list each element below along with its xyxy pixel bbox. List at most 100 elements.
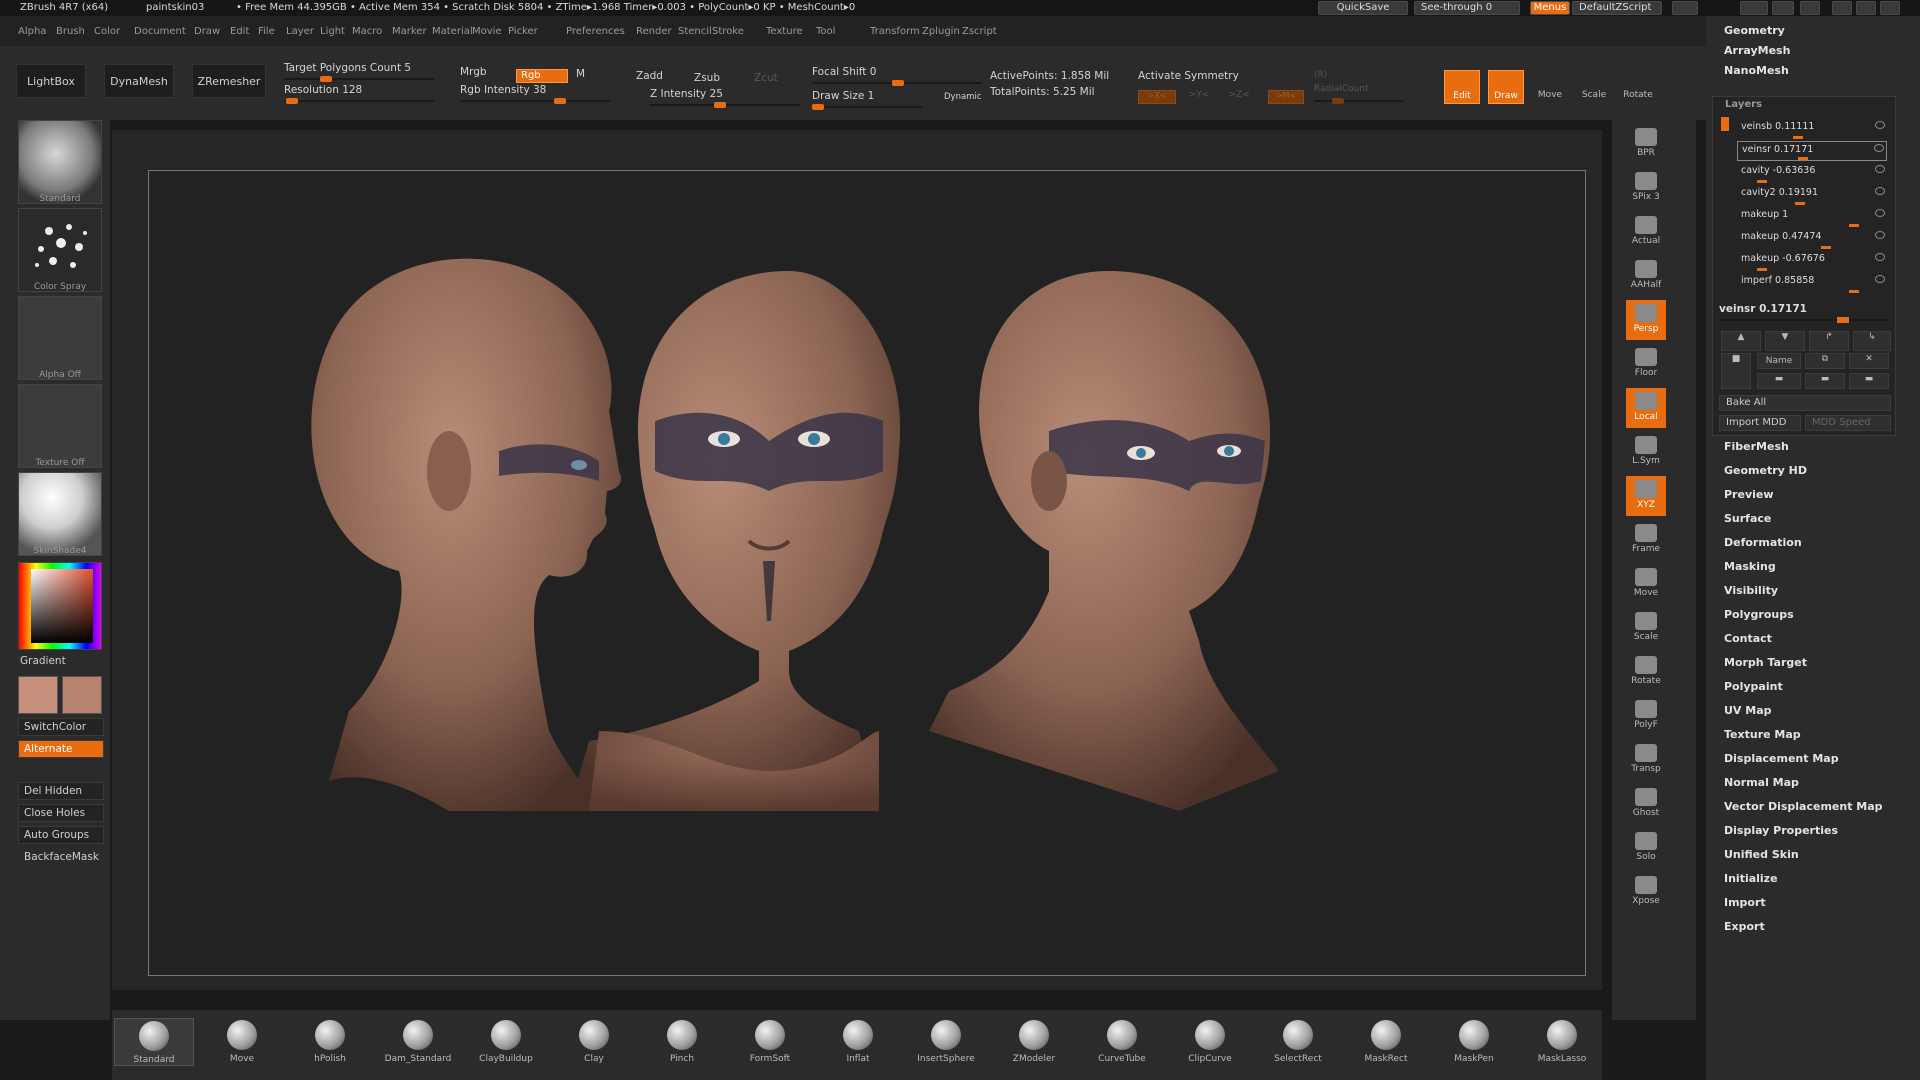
layer-row[interactable]: makeup 1 [1737, 207, 1887, 227]
geometry-subpalette[interactable]: Geometry [1724, 24, 1785, 37]
subpalette-surface[interactable]: Surface [1724, 512, 1771, 525]
symmetry-y-button[interactable]: >Y< [1180, 90, 1218, 104]
shelf-solo-button[interactable]: Solo [1626, 828, 1666, 868]
subpalette-displacement-map[interactable]: Displacement Map [1724, 752, 1839, 765]
subpalette-normal-map[interactable]: Normal Map [1724, 776, 1799, 789]
shelf-scale-button[interactable]: Scale [1626, 608, 1666, 648]
menu-file[interactable]: File [258, 26, 275, 37]
shelf-ghost-button[interactable]: Ghost [1626, 784, 1666, 824]
shelf-aahalf-button[interactable]: AAHalf [1626, 256, 1666, 296]
shelf-spix-3-button[interactable]: SPix 3 [1626, 168, 1666, 208]
resolution-slider[interactable]: Resolution 128 [284, 84, 434, 104]
material-thumbnail[interactable] [18, 472, 102, 556]
shelf-polyf-button[interactable]: PolyF [1626, 696, 1666, 736]
layer-strength-knob[interactable] [1795, 202, 1805, 205]
auto-groups-button[interactable]: Auto Groups [18, 826, 104, 844]
see-through-slider[interactable]: See-through 0 [1414, 1, 1520, 15]
layer-row[interactable]: cavity -0.63636 [1737, 163, 1887, 183]
subpalette-import[interactable]: Import [1724, 896, 1766, 909]
rgb-button[interactable]: Rgb [516, 69, 568, 83]
brush-maskrect[interactable]: MaskRect [1346, 1018, 1426, 1064]
subpalette-polypaint[interactable]: Polypaint [1724, 680, 1783, 693]
lightbox-button[interactable]: LightBox [16, 64, 86, 98]
backfacemask-button[interactable]: BackfaceMask [18, 848, 104, 866]
brush-claybuildup[interactable]: ClayBuildup [466, 1018, 546, 1064]
subpalette-unified-skin[interactable]: Unified Skin [1724, 848, 1799, 861]
menu-stroke[interactable]: Stroke [712, 26, 744, 37]
layer-name-button[interactable]: Name [1757, 353, 1801, 369]
restore-icon[interactable] [1856, 1, 1876, 15]
layer-row[interactable]: veinsb 0.11111 [1737, 119, 1887, 139]
layer-strength-knob[interactable] [1849, 224, 1859, 227]
brush-selectrect[interactable]: SelectRect [1258, 1018, 1338, 1064]
alpha-thumbnail[interactable] [18, 296, 102, 380]
menu-render[interactable]: Render [636, 26, 672, 37]
layers-scrollbar[interactable] [1721, 117, 1729, 131]
z-intensity-slider[interactable]: Z Intensity 25 [650, 88, 800, 108]
focal-shift-slider[interactable]: Focal Shift 0 [812, 66, 982, 86]
shelf-transp-button[interactable]: Transp [1626, 740, 1666, 780]
nanomesh-subpalette[interactable]: NanoMesh [1724, 64, 1789, 77]
brush-formsoft[interactable]: FormSoft [730, 1018, 810, 1064]
shelf-xpose-button[interactable]: Xpose [1626, 872, 1666, 912]
shelf-local-button[interactable]: Local [1626, 388, 1666, 428]
layer-strength-knob[interactable] [1849, 290, 1859, 293]
eye-icon[interactable] [1875, 121, 1885, 129]
brush-maskpen[interactable]: MaskPen [1434, 1018, 1514, 1064]
shelf-frame-button[interactable]: Frame [1626, 520, 1666, 560]
layer-row[interactable]: makeup -0.67676 [1737, 251, 1887, 271]
shelf-actual-button[interactable]: Actual [1626, 212, 1666, 252]
lock-icon[interactable] [1800, 1, 1820, 15]
symmetry-z-button[interactable]: >Z< [1220, 90, 1258, 104]
layer-strength-knob[interactable] [1793, 136, 1803, 139]
eye-icon[interactable] [1875, 209, 1885, 217]
menus-toggle[interactable]: Menus [1530, 1, 1570, 15]
brush-clipcurve[interactable]: ClipCurve [1170, 1018, 1250, 1064]
subpalette-export[interactable]: Export [1724, 920, 1765, 933]
subpalette-visibility[interactable]: Visibility [1724, 584, 1778, 597]
eye-icon[interactable] [1874, 144, 1884, 152]
draw-mode-button[interactable]: Draw [1488, 70, 1524, 104]
del-hidden-button[interactable]: Del Hidden [18, 782, 104, 800]
draw-size-slider[interactable]: Draw Size 1 [812, 90, 922, 110]
subpalette-display-properties[interactable]: Display Properties [1724, 824, 1838, 837]
brush-pinch[interactable]: Pinch [642, 1018, 722, 1064]
shelf-floor-button[interactable]: Floor [1626, 344, 1666, 384]
radial-count-slider[interactable]: RadialCount [1314, 84, 1404, 104]
layer-row[interactable]: veinsr 0.17171 [1737, 141, 1887, 161]
color-picker[interactable] [18, 562, 102, 650]
subpalette-contact[interactable]: Contact [1724, 632, 1772, 645]
subpalette-deformation[interactable]: Deformation [1724, 536, 1802, 549]
dynamesh-button[interactable]: DynaMesh [104, 64, 174, 98]
shelf-persp-button[interactable]: Persp [1626, 300, 1666, 340]
subpalette-preview[interactable]: Preview [1724, 488, 1774, 501]
eye-icon[interactable] [1875, 187, 1885, 195]
duplicate-layer-icon[interactable]: ⧉ [1805, 353, 1845, 369]
menu-zscript[interactable]: Zscript [962, 26, 997, 37]
menu-layer[interactable]: Layer [286, 26, 314, 37]
menu-texture[interactable]: Texture [766, 26, 803, 37]
main-color-swatch[interactable] [18, 676, 58, 714]
brush-dam-standard[interactable]: Dam_Standard [378, 1018, 458, 1064]
import-mdd-button[interactable]: Import MDD [1719, 415, 1801, 431]
current-layer-slider[interactable]: veinsr 0.17171 [1719, 303, 1807, 315]
new-layer-icon[interactable]: ■ [1721, 353, 1751, 389]
shelf-xyz-button[interactable]: XYZ [1626, 476, 1666, 516]
menu-macro[interactable]: Macro [352, 26, 382, 37]
layer-record-icon[interactable]: ▬ [1757, 373, 1801, 389]
delete-layer-icon[interactable]: ✕ [1849, 353, 1889, 369]
menu-movie[interactable]: Movie [472, 26, 502, 37]
layer-strength-knob[interactable] [1757, 268, 1767, 271]
symmetry-m-button[interactable]: >M< [1268, 90, 1304, 104]
subpalette-vector-displacement-map[interactable]: Vector Displacement Map [1724, 800, 1883, 813]
eye-icon[interactable] [1875, 231, 1885, 239]
brush-zmodeler[interactable]: ZModeler [994, 1018, 1074, 1064]
menu-document[interactable]: Document [134, 26, 186, 37]
brush-move[interactable]: Move [202, 1018, 282, 1064]
switchcolor-button[interactable]: SwitchColor [18, 718, 104, 736]
secondary-color-swatch[interactable] [62, 676, 102, 714]
shelf-bpr-button[interactable]: BPR [1626, 124, 1666, 164]
move-layer-up-icon[interactable]: ▲ [1721, 331, 1761, 351]
minimize-icon[interactable] [1832, 1, 1852, 15]
brush-hpolish[interactable]: hPolish [290, 1018, 370, 1064]
